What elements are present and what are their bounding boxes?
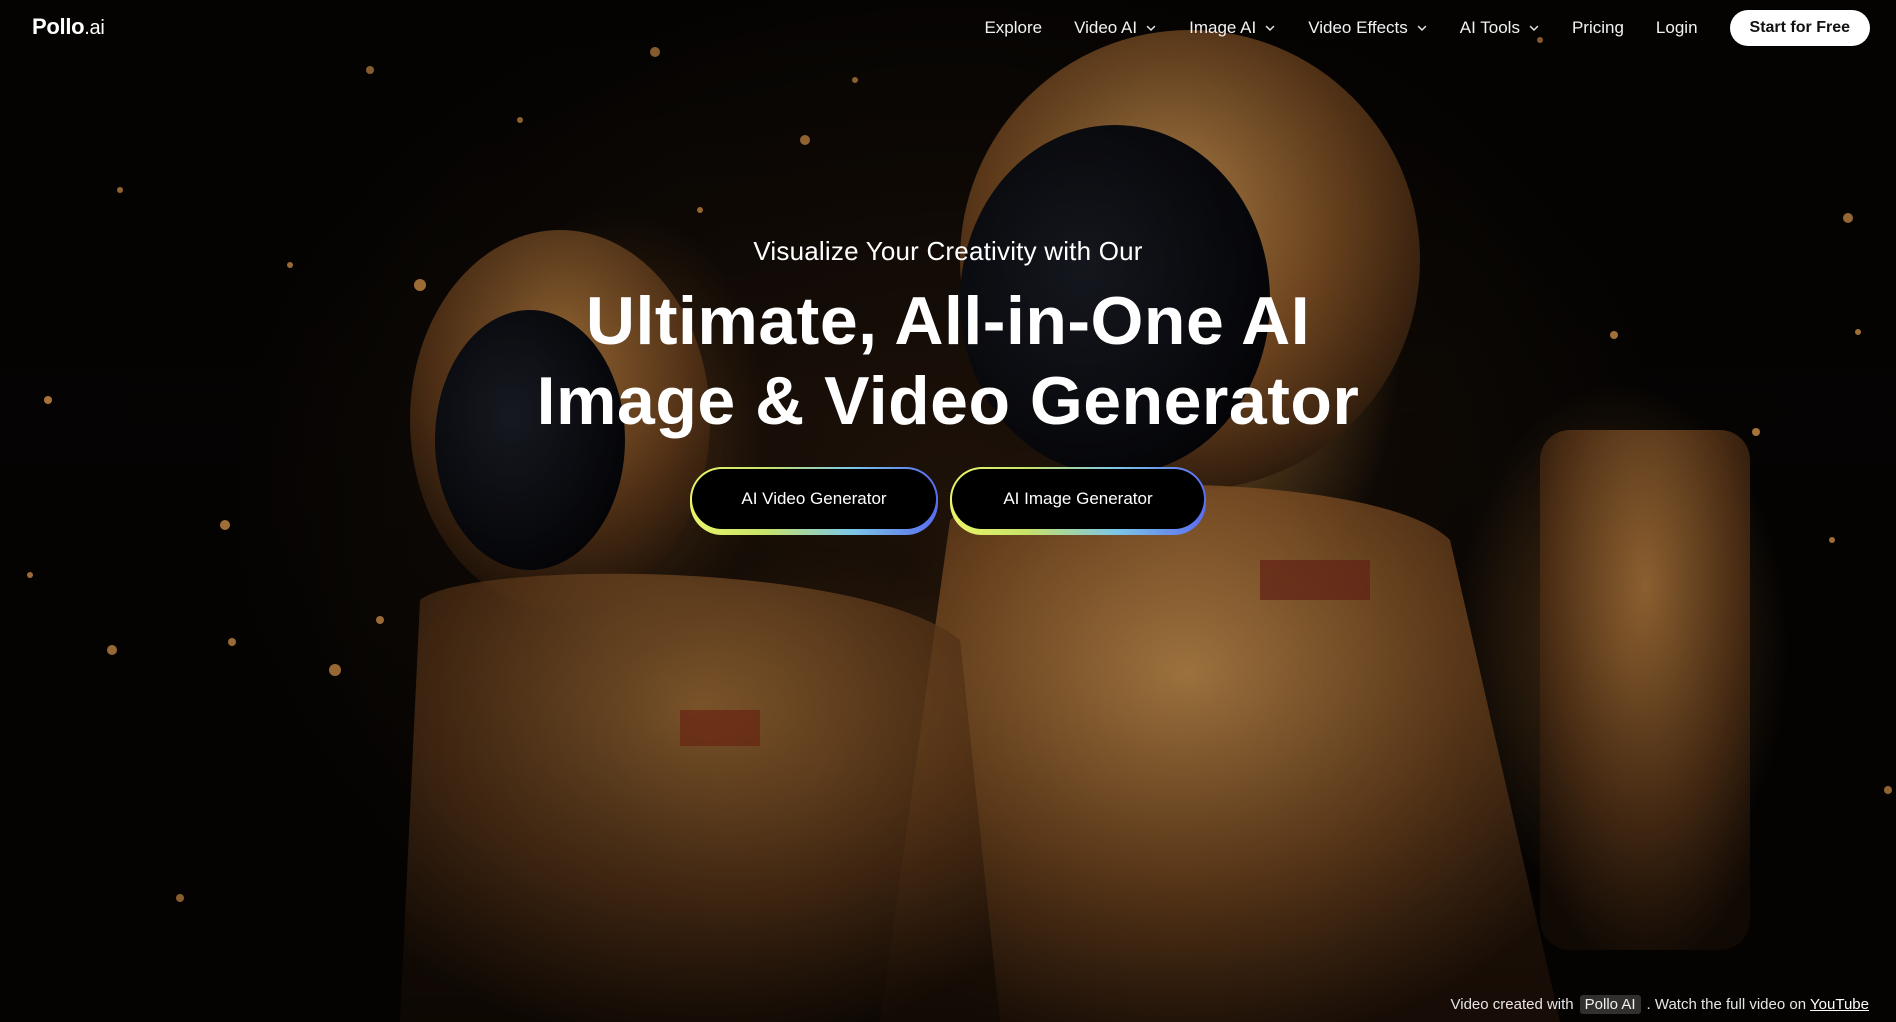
ai-video-generator-label: AI Video Generator <box>692 469 936 529</box>
hero-headline: Visualize Your Creativity with Our Ultim… <box>0 236 1896 441</box>
nav-item-pricing[interactable]: Pricing <box>1572 18 1624 38</box>
nav-menu: Explore Video AI Image AI Video Effects … <box>984 10 1870 46</box>
brand-logo[interactable]: Pollo.ai <box>32 14 105 40</box>
hero-buttons: AI Video Generator AI Image Generator <box>0 467 1896 535</box>
ai-video-generator-button[interactable]: AI Video Generator <box>690 467 938 535</box>
nav-item-label: AI Tools <box>1459 18 1520 37</box>
nav-item-label: Explore <box>984 18 1043 37</box>
chevron-down-icon <box>1265 25 1275 32</box>
nav-item-video-effects[interactable]: Video Effects <box>1308 18 1428 38</box>
chevron-down-icon <box>1417 25 1427 32</box>
video-credit: Video created with Pollo AI . Watch the … <box>1450 995 1869 1014</box>
start-for-free-button[interactable]: Start for Free <box>1729 10 1870 46</box>
hero-title-line-1: Ultimate, All-in-One AI <box>585 283 1311 359</box>
nav-item-label: Video Effects <box>1308 18 1408 37</box>
ai-image-generator-button[interactable]: AI Image Generator <box>950 467 1206 535</box>
nav-item-explore[interactable]: Explore <box>984 18 1042 38</box>
hero-section: Pollo.ai Explore Video AI Image AI Video… <box>0 0 1896 1022</box>
chevron-down-icon <box>1529 25 1539 32</box>
brand-name: Pollo <box>32 14 85 39</box>
nav-item-label: Login <box>1655 18 1698 37</box>
hero-eyebrow: Visualize Your Creativity with Our <box>753 236 1143 266</box>
hero-title-line-2: Image & Video Generator <box>536 363 1360 439</box>
brand-suffix: .ai <box>84 17 105 39</box>
nav-item-ai-tools[interactable]: AI Tools <box>1460 18 1540 38</box>
nav-item-label: Video AI <box>1074 18 1138 37</box>
nav-item-image-ai[interactable]: Image AI <box>1189 18 1276 38</box>
ai-image-generator-label: AI Image Generator <box>952 469 1204 529</box>
nav-item-login[interactable]: Login <box>1656 18 1698 38</box>
credit-middle: . Watch the full video on <box>1646 996 1807 1013</box>
top-navigation: Pollo.ai Explore Video AI Image AI Video… <box>0 0 1896 56</box>
nav-item-label: Pricing <box>1571 18 1624 37</box>
youtube-link[interactable]: YouTube <box>1810 996 1869 1013</box>
nav-item-label: Image AI <box>1189 18 1257 37</box>
credit-tag: Pollo AI <box>1579 995 1641 1014</box>
hero-title: Ultimate, All-in-One AI Image & Video Ge… <box>0 281 1896 441</box>
chevron-down-icon <box>1146 25 1156 32</box>
credit-prefix: Video created with <box>1450 996 1574 1013</box>
nav-item-video-ai[interactable]: Video AI <box>1074 18 1157 38</box>
